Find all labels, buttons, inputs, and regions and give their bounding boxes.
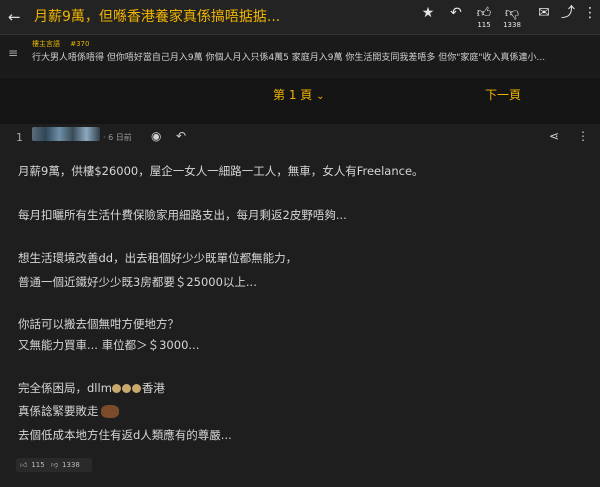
next-page-link[interactable]: 下一頁 [485,86,521,103]
star-icon[interactable]: ★ [416,6,440,28]
post-text: 完全係困局，dllm [18,381,112,395]
back-arrow-icon[interactable]: ← [8,8,21,26]
thumbs-down-icon: 👎︎ [504,5,520,21]
post-line-with-emoji: 完全係困局，dllm 香港 [18,380,165,396]
reaction-bar: 👍︎ 115 👎︎ 1338 [16,458,92,472]
more-vertical-icon[interactable]: ⋮ [578,6,600,28]
post-text: 香港 [141,381,165,395]
pinned-tag: 樓主言語 #370 [32,39,89,49]
like-button[interactable]: 👍︎ 115 [472,5,496,29]
post-dislike-count: 1338 [62,461,80,469]
post-line: 你話可以搬去個無咁方便地方？ [18,317,179,331]
emoji-icon [132,384,142,393]
dislike-count: 1338 [503,21,521,29]
page-title: 月薪9萬，但喺香港養家真係搞唔掂掂... [34,9,281,25]
pinned-post-number: #370 [70,40,90,48]
reply-icon[interactable]: ↶ [444,6,468,28]
current-page-label: 第 1 頁 [273,88,313,102]
dislike-button[interactable]: 👎︎ 1338 [500,5,524,29]
post-line-with-emoji: 真係諗緊要敗走 [18,403,119,419]
thumbs-down-icon[interactable]: 👎︎ [51,461,58,469]
pin-icon: ≡ [8,46,19,60]
top-bar: ← 月薪9萬，但喺香港養家真係搞唔掂掂... ★ ↶ 👍︎ 115 👎︎ 133… [0,0,600,35]
divider [0,106,600,124]
emoji-icon [112,384,122,393]
share-icon[interactable]: ⋖ [549,129,559,143]
page-selector[interactable]: 第 1 頁 ⌄ [273,86,324,103]
pinned-text: 行大男人唔係唔得 但你唔好當自己月入9萬 你個人月入只係4萬5 家庭月入9萬 你… [32,53,546,63]
pinned-tag-label: 樓主言語 [32,40,60,48]
post-line: 去個低成本地方住有返d人類應有的尊嚴... [18,428,232,442]
post-line: 想生活環境改善dd，出去租個好少少既單位都無能力， [18,251,298,265]
share-icon[interactable]: ⤴ [556,6,580,28]
post-text: 真係諗緊要敗走 [18,404,99,418]
reply-icon[interactable]: ↶ [176,129,186,143]
mail-off-icon[interactable]: ✉ [532,6,556,28]
post-time: · 6 日前 [103,133,132,142]
like-count: 115 [477,21,491,29]
post-line: 普通一個近鐵好少少既3房都要＄25000以上... [18,275,257,289]
emoji-icon [100,405,119,418]
post-line: 又無能力買車... 車位都＞＄3000... [18,338,200,352]
post-number: 1 [16,131,23,144]
post-line: 月薪9萬，供樓$26000，屋企一女人一細路一工人，無車，女人有Freelanc… [18,164,424,178]
more-vertical-icon[interactable]: ⋮ [577,129,589,143]
thumbs-up-icon[interactable]: 👍︎ [20,461,27,469]
chevron-down-icon: ⌄ [316,91,325,102]
emoji-icon [122,384,132,393]
eye-icon[interactable]: ◉ [151,129,161,143]
username-blurred[interactable] [32,127,100,141]
thumbs-up-icon: 👍︎ [476,5,492,21]
post-like-count: 115 [31,461,45,469]
post-line: 每月扣曬所有生活什費保險家用細路支出，每月剩返2皮野唔夠... [18,208,347,222]
